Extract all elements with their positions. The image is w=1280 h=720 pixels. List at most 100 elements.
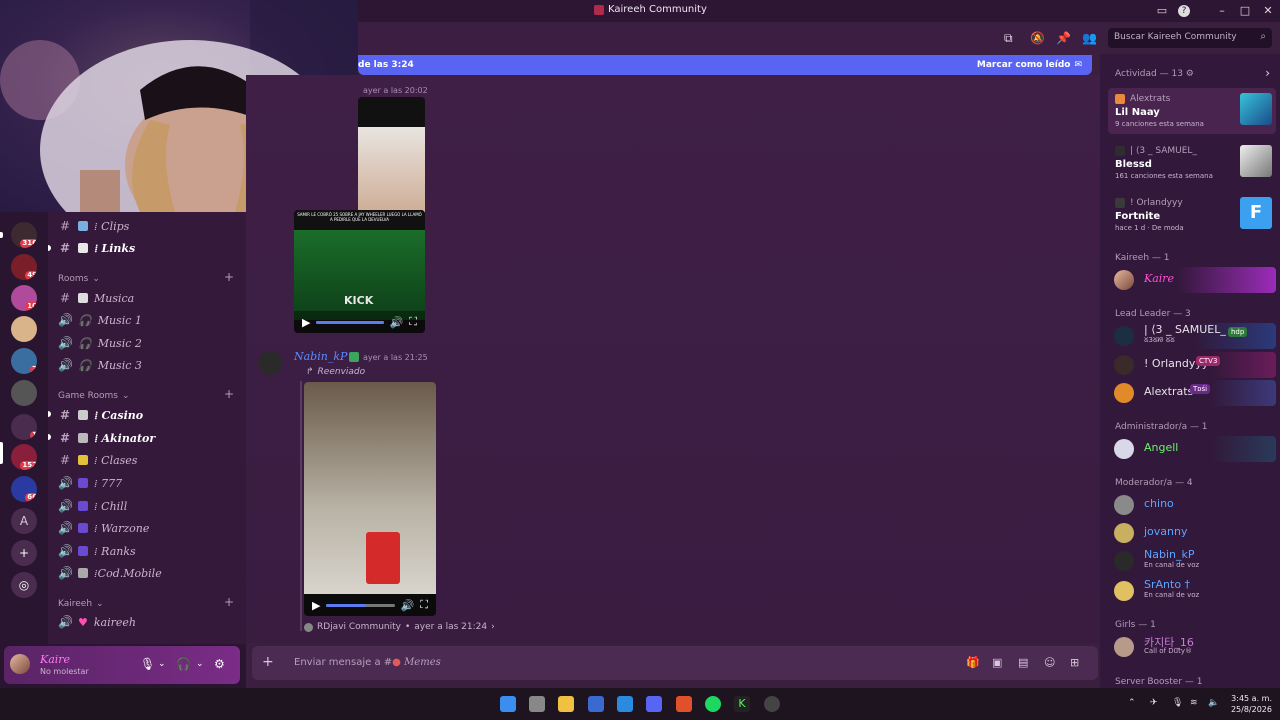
channel-chill[interactable]: 🔊 ⁞ Chill — [58, 496, 242, 516]
server-icon[interactable]: 1 — [11, 414, 37, 440]
server-icon-letter[interactable]: A — [11, 508, 37, 534]
progress-bar[interactable] — [316, 320, 384, 324]
speaker-icon[interactable]: 🔈 — [1208, 698, 1219, 708]
channel-music-2[interactable]: 🔊 🎧 Music 2 — [58, 333, 242, 353]
activity-card[interactable]: ! Orlandyyy Fortnite hace 1 d · De moda … — [1108, 192, 1276, 238]
member-item[interactable]: 카지타_16 Call of Duty® — [1110, 634, 1276, 660]
gif-icon[interactable]: ▣ — [992, 656, 1002, 669]
emoji-icon[interactable]: ☺ — [1044, 656, 1055, 669]
task-view-icon[interactable] — [529, 696, 545, 712]
message-author[interactable]: Nabin_kP — [294, 350, 347, 363]
add-channel-icon[interactable]: + — [224, 270, 234, 284]
discover-icon[interactable]: ◎ — [11, 572, 37, 598]
add-server-icon[interactable]: + — [11, 540, 37, 566]
activity-card[interactable]: Alextrats Lil Naay 9 canciones esta sema… — [1108, 88, 1276, 134]
server-icon[interactable]: 316 — [11, 222, 37, 248]
store-icon[interactable] — [588, 696, 604, 712]
channel-musica[interactable]: # Musica — [58, 288, 242, 308]
channel-warzone[interactable]: 🔊 ⁞ Warzone — [58, 518, 242, 538]
search-input[interactable]: Buscar Kaireeh Community ⌕ — [1108, 28, 1272, 48]
threads-icon[interactable]: ⧉ — [1004, 31, 1013, 46]
channel-akinator[interactable]: # ⁞ Akinator — [58, 428, 242, 448]
video-player[interactable]: SAMIR LE COBRÓ 25 SOBRE A JAY WHEELER LU… — [294, 210, 425, 333]
member-item[interactable]: SrAnto † En canal de voz — [1110, 578, 1276, 604]
obs-icon[interactable] — [764, 696, 780, 712]
server-icon[interactable]: 152 — [11, 444, 37, 470]
help-icon[interactable]: ? — [1178, 5, 1190, 17]
clock[interactable]: 3:45 a. m. 25/8/2026 — [1231, 693, 1272, 715]
activity-card[interactable]: | ⟨3 _ SAMUEL_ Blessd 161 canciones esta… — [1108, 140, 1276, 186]
gift-icon[interactable]: 🎁 — [966, 656, 980, 669]
volume-icon[interactable]: 🔊 — [401, 599, 415, 612]
add-channel-icon[interactable]: + — [224, 387, 234, 401]
member-item[interactable]: ! Orlandyyy CTV3 — [1110, 352, 1276, 378]
channel-kaireeh[interactable]: 🔊 ♥ kaireeh — [58, 612, 242, 632]
server-icon[interactable]: 10 — [11, 285, 37, 311]
gear-icon[interactable]: ⚙ — [214, 657, 225, 671]
member-item[interactable]: Kaire — [1110, 267, 1276, 293]
server-icon[interactable] — [11, 316, 37, 342]
member-item[interactable]: jovanny — [1110, 520, 1276, 546]
member-item[interactable]: Alextrats Tᴅśi — [1110, 380, 1276, 406]
channel-clases[interactable]: # ⁞ Clases — [58, 450, 242, 470]
pin-icon[interactable]: 📌 — [1056, 31, 1071, 45]
discord-icon[interactable] — [646, 696, 662, 712]
new-messages-bar[interactable]: de las 3:24 Marcar como leído ✉ — [358, 55, 1092, 75]
fullscreen-icon[interactable]: ⛶ — [420, 598, 428, 612]
composer-placeholder[interactable]: Enviar mensaje a #● Memes — [294, 657, 441, 668]
microphone-icon[interactable]: 🎙 — [140, 657, 155, 671]
wifi-icon[interactable]: ≋ — [1190, 698, 1198, 708]
message-composer[interactable]: + Enviar mensaje a #● Memes 🎁 ▣ ▤ ☺ ⊞ — [252, 646, 1098, 680]
microphone-icon[interactable]: 🎙 — [1172, 698, 1183, 708]
start-icon[interactable] — [500, 696, 516, 712]
server-icon[interactable] — [11, 380, 37, 406]
member-item[interactable]: Angell — [1110, 436, 1276, 462]
volume-icon[interactable]: 🔊 — [390, 316, 404, 329]
mark-as-read-button[interactable]: Marcar como leído ✉ — [977, 60, 1082, 70]
close-button[interactable]: ✕ — [1260, 3, 1276, 19]
category-kaireeh[interactable]: Kaireeh ⌄ — [58, 599, 104, 609]
mute-bell-icon[interactable]: 🔕 — [1030, 31, 1045, 45]
brave-icon[interactable] — [676, 696, 692, 712]
channel-music-1[interactable]: 🔊 🎧 Music 1 — [58, 310, 242, 330]
member-item[interactable]: chino — [1110, 492, 1276, 518]
sticker-icon[interactable]: ▤ — [1018, 656, 1028, 669]
add-attachment-icon[interactable]: + — [262, 654, 274, 670]
file-explorer-icon[interactable] — [558, 696, 574, 712]
play-icon[interactable]: ▶ — [312, 599, 320, 612]
avatar[interactable] — [258, 351, 282, 375]
forward-source[interactable]: RDjavi Community • ayer a las 21:24 › — [304, 622, 495, 632]
network-icon[interactable]: ✈ — [1150, 698, 1158, 708]
chevron-up-icon[interactable]: ⌃ — [1128, 698, 1136, 708]
server-icon[interactable]: 66 — [11, 476, 37, 502]
channel-cod-mobile[interactable]: 🔊 ⁞Cod.Mobile — [58, 563, 242, 583]
inbox-icon[interactable]: ▭ — [1154, 3, 1170, 19]
progress-bar[interactable] — [326, 603, 395, 607]
chevron-right-icon[interactable]: › — [1265, 66, 1270, 80]
video-player[interactable]: ▶ 🔊 ⛶ — [304, 382, 436, 616]
member-item[interactable]: Nabin_kP En canal de voz — [1110, 548, 1276, 574]
play-icon[interactable]: ▶ — [302, 316, 310, 329]
add-channel-icon[interactable]: + — [224, 595, 234, 609]
members-icon[interactable]: 👥 — [1082, 31, 1097, 45]
maximize-button[interactable]: □ — [1237, 3, 1253, 19]
chevron-down-icon[interactable]: ⌄ — [196, 659, 204, 669]
channel-clips[interactable]: # ⁞ Clips — [58, 216, 242, 236]
member-item[interactable]: | ⟨3 _ SAMUEL_ ᘜ3ᘜᘘ ᘜᘜ hdp — [1110, 323, 1276, 349]
avatar[interactable] — [10, 654, 30, 674]
minimize-button[interactable]: – — [1214, 3, 1230, 19]
apps-icon[interactable]: ⊞ — [1070, 656, 1079, 669]
category-rooms[interactable]: Rooms ⌄ — [58, 274, 100, 284]
app-icon[interactable] — [617, 696, 633, 712]
channel-777[interactable]: 🔊 ⁞ 777 — [58, 473, 242, 493]
server-icon[interactable]: 7 — [11, 348, 37, 374]
fullscreen-icon[interactable]: ⛶ — [409, 315, 417, 329]
category-game-rooms[interactable]: Game Rooms ⌄ — [58, 391, 130, 401]
channel-casino[interactable]: # ⁞ Casino — [58, 405, 242, 425]
channel-links[interactable]: # ⁞ Links — [58, 238, 242, 258]
spotify-icon[interactable] — [705, 696, 721, 712]
server-icon[interactable]: 49 — [11, 254, 37, 280]
headphones-icon[interactable]: 🎧 — [176, 657, 191, 671]
chevron-down-icon[interactable]: ⌄ — [158, 659, 166, 669]
kick-icon[interactable]: K — [734, 696, 750, 712]
